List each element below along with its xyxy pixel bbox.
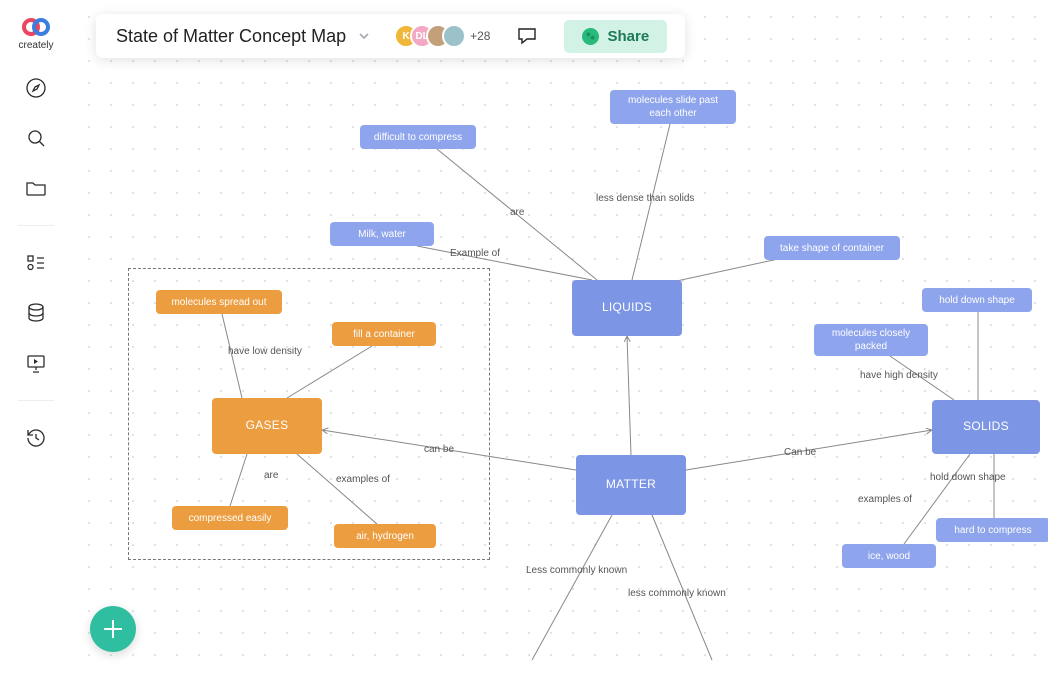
left-rail: creately <box>0 0 72 674</box>
node-take_shape[interactable]: take shape of container <box>764 236 900 260</box>
avatar[interactable] <box>442 24 466 48</box>
history-icon[interactable] <box>23 425 49 451</box>
node-gases[interactable]: GASES <box>212 398 322 454</box>
globe-icon <box>582 28 599 45</box>
canvas[interactable]: State of Matter Concept Map K DL +28 Sha… <box>72 0 1048 674</box>
edge-label-less_dense: less dense than solids <box>596 193 694 204</box>
present-icon[interactable] <box>23 350 49 376</box>
data-icon[interactable] <box>23 300 49 326</box>
share-button[interactable]: Share <box>564 20 667 53</box>
chevron-down-icon[interactable] <box>358 26 370 47</box>
node-milk_water[interactable]: Milk, water <box>330 222 434 246</box>
rail-separator <box>18 400 54 401</box>
node-air_hyd[interactable]: air, hydrogen <box>334 524 436 548</box>
edge-label-are2: are <box>264 470 278 481</box>
node-mol_packed[interactable]: molecules closely packed <box>814 324 928 356</box>
collaborator-avatars[interactable]: K DL +28 <box>394 24 490 48</box>
logo-icon <box>19 16 53 38</box>
search-icon[interactable] <box>23 125 49 151</box>
node-mol_spread[interactable]: molecules spread out <box>156 290 282 314</box>
rail-separator <box>18 225 54 226</box>
document-title[interactable]: State of Matter Concept Map <box>116 26 370 47</box>
comment-icon[interactable] <box>514 23 540 49</box>
document-title-text: State of Matter Concept Map <box>116 26 346 47</box>
edge-label-can_be2: Can be <box>784 447 816 458</box>
top-toolbar: State of Matter Concept Map K DL +28 Sha… <box>96 14 685 58</box>
edge-label-less_known1: Less commonly known <box>526 565 627 576</box>
edge-label-hold_shape2: hold down shape <box>930 472 1006 483</box>
add-fab[interactable] <box>90 606 136 652</box>
edge-label-low_density: have low density <box>228 346 302 357</box>
edge-label-examples_of1: examples of <box>336 474 390 485</box>
node-liquids[interactable]: LIQUIDS <box>572 280 682 336</box>
node-mol_slide[interactable]: molecules slide past each other <box>610 90 736 124</box>
node-diff_comp[interactable]: difficult to compress <box>360 125 476 149</box>
shapes-icon[interactable] <box>23 250 49 276</box>
edge-label-less_known2: less commonly known <box>628 588 726 599</box>
edge-label-can_be1: can be <box>424 444 454 455</box>
node-solids[interactable]: SOLIDS <box>932 400 1040 454</box>
node-hold_shape1[interactable]: hold down shape <box>922 288 1032 312</box>
node-hard_comp[interactable]: hard to compress <box>936 518 1048 542</box>
folder-icon[interactable] <box>23 175 49 201</box>
node-fill_cont[interactable]: fill a container <box>332 322 436 346</box>
node-comp_easy[interactable]: compressed easily <box>172 506 288 530</box>
edge-label-examples_of2: examples of <box>858 494 912 505</box>
node-matter[interactable]: MATTER <box>576 455 686 515</box>
explore-icon[interactable] <box>23 75 49 101</box>
edge-label-are1: are <box>510 207 524 218</box>
node-ice_wood[interactable]: ice, wood <box>842 544 936 568</box>
share-button-label: Share <box>607 28 649 45</box>
avatar-more-count[interactable]: +28 <box>470 29 490 43</box>
brand-logo[interactable]: creately <box>18 16 53 51</box>
edge-label-high_density: have high density <box>860 370 938 381</box>
edge-label-example_of: Example of <box>450 248 500 259</box>
brand-name: creately <box>18 40 53 51</box>
